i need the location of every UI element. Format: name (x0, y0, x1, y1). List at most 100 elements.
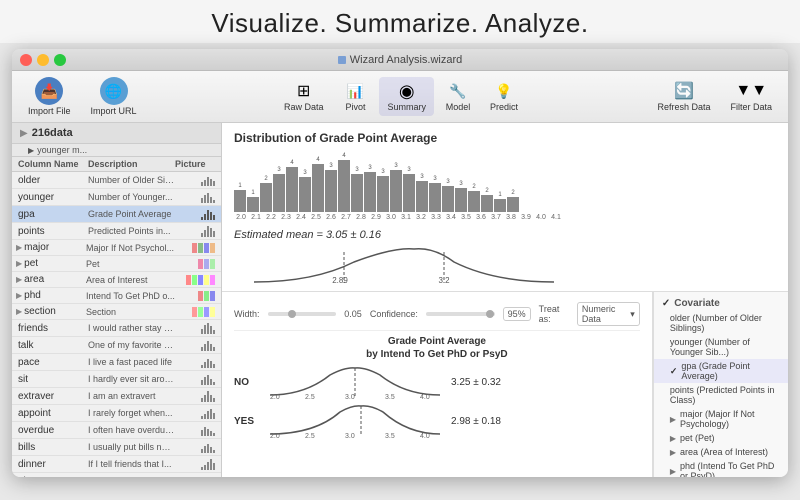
tab-predict[interactable]: 💡 Predict (482, 77, 526, 116)
bar-22: 2 (507, 190, 519, 212)
row-pet[interactable]: ▶pet Pet (12, 256, 221, 272)
row-planner[interactable]: planner I rely on a calendar /... (12, 473, 221, 477)
row-phd[interactable]: ▶phd Intend To Get PhD o... (12, 288, 221, 304)
row-section[interactable]: ▶section Section (12, 304, 221, 320)
treat-as-select[interactable]: Numeric Data ▾ (577, 302, 640, 326)
distribution-chart-section: Distribution of Grade Point Average 1 1 … (222, 123, 788, 292)
pic-friends (175, 322, 215, 334)
cov-older[interactable]: older (Number of Older Siblings) (654, 311, 788, 335)
tab-model[interactable]: 🔧 Model (436, 77, 480, 116)
refresh-label: Refresh Data (657, 102, 710, 112)
import-url-button[interactable]: 🌐 Import URL (83, 73, 145, 120)
row-friends[interactable]: friends I would rather stay a... (12, 320, 221, 337)
pic-major (175, 243, 215, 253)
row-dinner[interactable]: dinner If I tell friends that I... (12, 456, 221, 473)
subgroup-no-value: 3.25 ± 0.32 (451, 377, 501, 388)
row-pace[interactable]: pace I live a fast paced life (12, 354, 221, 371)
filter-data-button[interactable]: ▼▼ Filter Data (722, 77, 780, 116)
import-file-button[interactable]: 📥 Import File (20, 73, 79, 120)
cov-phd[interactable]: ▶ phd (Intend To Get PhD or PsyD) (654, 459, 788, 477)
raw-data-icon: ⊞ (291, 81, 317, 101)
subgroup-no-label: NO (234, 377, 259, 388)
confidence-slider-thumb[interactable] (486, 310, 494, 318)
cov-major-text: major (Major If Not Psychology) (680, 409, 780, 429)
confidence-slider[interactable] (426, 312, 495, 316)
cov-area[interactable]: ▶ area (Area of Interest) (654, 445, 788, 459)
name-sit: sit (18, 374, 88, 385)
cov-points[interactable]: points (Predicted Points in Class) (654, 383, 788, 407)
bar-17: 3 (442, 179, 454, 212)
confidence-label: Confidence: (370, 309, 418, 319)
bottom-section: Width: 0.05 Confidence: 95% Treat as: Nu… (222, 292, 788, 477)
cov-pet[interactable]: ▶ pet (Pet) (654, 431, 788, 445)
pic-talk (175, 339, 215, 351)
maximize-button[interactable] (54, 54, 66, 66)
cov-major[interactable]: ▶ major (Major If Not Psychology) (654, 407, 788, 431)
covariate-header: ✓ Covariate (654, 296, 788, 311)
model-icon: 🔧 (445, 81, 471, 101)
data-table-body[interactable]: older Number of Older Sib... younger (12, 172, 221, 477)
bar-16: 3 (429, 176, 441, 212)
row-appoint[interactable]: appoint I rarely forget when... (12, 405, 221, 422)
row-points[interactable]: points Predicted Points in... (12, 223, 221, 240)
desc-appoint: I rarely forget when... (88, 408, 175, 418)
name-older: older (18, 175, 88, 186)
desc-gpa: Grade Point Average (88, 209, 175, 219)
name-dinner: dinner (18, 459, 88, 470)
covariate-panel: ✓ Covariate older (Number of Older Sibli… (653, 292, 788, 477)
refresh-data-button[interactable]: 🔄 Refresh Data (649, 77, 718, 116)
tab-summary[interactable]: ◉ Summary (379, 77, 434, 116)
name-points: points (18, 226, 88, 237)
area-arrow-icon: ▶ (670, 448, 676, 457)
row-area[interactable]: ▶area Area of Interest (12, 272, 221, 288)
phd-arrow-icon: ▶ (670, 467, 676, 476)
filter-icon: ▼▼ (738, 81, 764, 101)
cov-younger[interactable]: younger (Number of Younger Sib...) (654, 335, 788, 359)
predict-icon: 💡 (491, 81, 517, 101)
app-banner: Visualize. Summarize. Analyze. (0, 0, 800, 43)
tab-pivot-label: Pivot (345, 102, 365, 112)
cov-gpa[interactable]: ✓ gpa (Grade Point Average) (654, 359, 788, 383)
row-younger[interactable]: younger Number of Younger... (12, 189, 221, 206)
estimated-mean: Estimated mean = 3.05 ± 0.16 (234, 225, 776, 243)
width-slider[interactable] (268, 312, 337, 316)
row-extraver[interactable]: extraver I am an extravert (12, 388, 221, 405)
pivot-icon: 📊 (342, 81, 368, 101)
covariate-label: Covariate (674, 298, 720, 309)
tab-raw-data[interactable]: ⊞ Raw Data (276, 77, 332, 116)
main-panel: Distribution of Grade Point Average 1 1 … (222, 123, 788, 477)
import-file-label: Import File (28, 106, 71, 116)
name-pet: ▶pet (16, 258, 86, 269)
close-button[interactable] (20, 54, 32, 66)
tab-pivot[interactable]: 📊 Pivot (333, 77, 377, 116)
sidebar: ▶ 216data ▶ younger m... Column Name Des… (12, 123, 222, 477)
bar-13: 3 (390, 163, 402, 212)
subgroup-yes-row: YES 2.0 2.5 3.0 3.5 4.0 2.98 ± 0.18 (234, 404, 640, 439)
row-bills[interactable]: bills I usually put bills nex... (12, 439, 221, 456)
desc-friends: I would rather stay a... (88, 323, 175, 333)
row-talk[interactable]: talk One of my favorite p... (12, 337, 221, 354)
dataset-name: 216data (32, 127, 73, 139)
bar-21: 1 (494, 192, 506, 212)
cov-gpa-text: gpa (Grade Point Average) (681, 361, 780, 381)
pic-extraver (175, 390, 215, 402)
svg-text:3.5: 3.5 (385, 433, 395, 439)
row-gpa[interactable]: gpa Grade Point Average (12, 206, 221, 223)
treat-as-value: Numeric Data (582, 304, 628, 324)
width-slider-thumb[interactable] (288, 310, 296, 318)
row-major[interactable]: ▶major Major If Not Psychol... (12, 240, 221, 256)
single-curve-area: 2.89 3.2 (234, 247, 776, 285)
bar-chart-bars: 1 1 2 3 4 3 4 3 4 3 3 3 3 3 3 (234, 149, 776, 214)
wizard-icon (338, 56, 346, 64)
row-older[interactable]: older Number of Older Sib... (12, 172, 221, 189)
bar-chart: 1 1 2 3 4 3 4 3 4 3 3 3 3 3 3 (234, 149, 776, 221)
row-overdue[interactable]: overdue I often have overdue... (12, 422, 221, 439)
minimize-button[interactable] (37, 54, 49, 66)
bar-1: 1 (234, 183, 246, 212)
pic-planner (175, 475, 215, 477)
cov-older-text: older (Number of Older Siblings) (670, 313, 780, 333)
row-sit[interactable]: sit I hardly ever sit arou... (12, 371, 221, 388)
svg-text:3.2: 3.2 (438, 276, 450, 285)
name-bills: bills (18, 442, 88, 453)
curve-chart-area: Width: 0.05 Confidence: 95% Treat as: Nu… (222, 292, 653, 477)
